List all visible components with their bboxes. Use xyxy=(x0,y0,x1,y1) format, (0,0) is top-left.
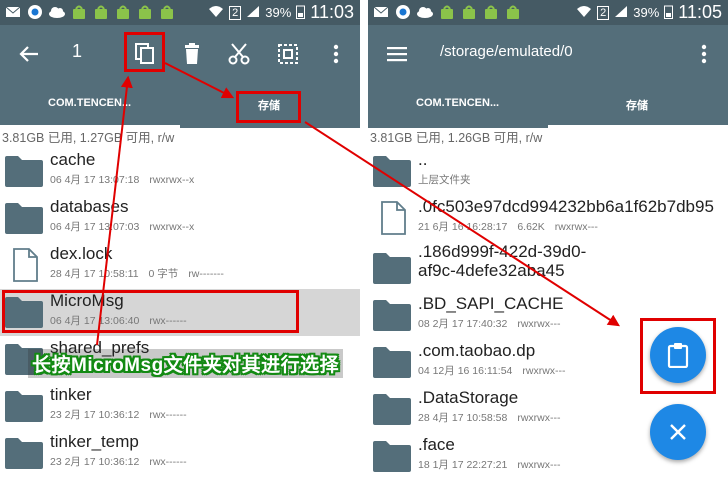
arrow-to-storage-tab xyxy=(164,62,235,99)
arrow-to-copy xyxy=(96,75,133,346)
annotation-arrows xyxy=(96,62,621,346)
annotation-caption: 长按MicroMsg文件夹对其进行选择 xyxy=(28,349,344,378)
arrow-to-paste xyxy=(304,121,621,327)
